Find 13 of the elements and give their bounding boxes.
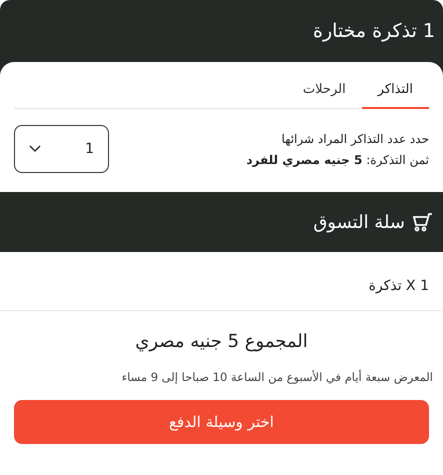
tab[interactable]: التذاكر [362,78,429,109]
page-title: 1 تذكرة مختارة [312,20,435,42]
quantity-dropdown[interactable]: 1 [14,125,109,173]
ticket-price: ثمن التذكرة: 5 جنيه مصري للفرد [246,152,429,168]
cart-item: X 1 تذكرة [0,252,443,311]
cart-title: سلة التسوق [313,212,405,232]
tab[interactable]: الرحلات [286,78,362,109]
total-price: المجموع 5 جنيه مصري [134,330,309,352]
payment-button[interactable]: اختر وسيلة الدفع [14,400,429,444]
chevron-down-icon [29,145,41,153]
quantity-label: حدد عدد التذاكر المراد شرائها [280,130,429,148]
opening-hours: المعرض سبعة أيام في الأسبوع من الساعة 10 صباحا إلى 9 مساء [120,368,434,384]
cart-icon [411,212,433,232]
